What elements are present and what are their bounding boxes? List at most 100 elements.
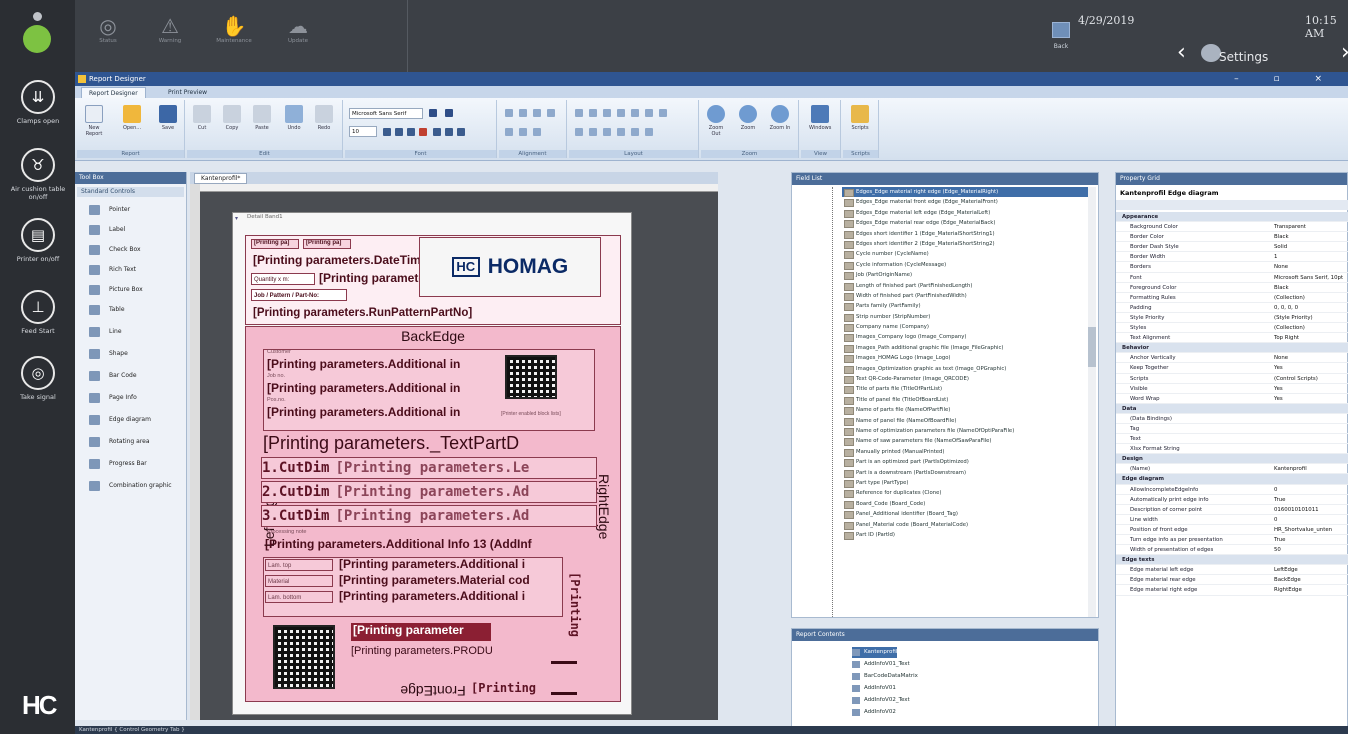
zoom-out-button[interactable]: Zoom Out [705, 105, 727, 137]
property-row[interactable]: AllowIncompleteEdgeInfo 0 [1116, 485, 1348, 495]
text-color-icon[interactable] [445, 109, 453, 117]
field-additional-13[interactable]: [Printing parameters.Additional Info 13 … [265, 537, 599, 553]
tool-progress-bar[interactable]: Progress Bar [89, 456, 185, 472]
property-row[interactable]: Background Color Transparent [1116, 222, 1348, 233]
field-printing-bottom[interactable]: [Printing [471, 681, 549, 697]
italic-icon[interactable] [395, 128, 403, 136]
field-list-item[interactable]: Edges_Edge material rear edge (Edge_Mate… [842, 218, 1092, 229]
field-list-item[interactable]: Name of parts file (NameOfPartFile) [842, 405, 1092, 416]
chevron-right-icon[interactable]: › [1341, 40, 1348, 65]
chevron-left-icon[interactable]: ‹ [1177, 40, 1186, 65]
send-to-back-icon[interactable] [659, 109, 667, 117]
field-printing-1[interactable]: [Printing pa] [251, 239, 299, 249]
field-list-item[interactable]: Reference for duplicates (Clone) [842, 488, 1092, 499]
air-cushion-button[interactable]: ♉ Air cushion table on/off [8, 148, 68, 201]
align-centers-icon[interactable] [533, 109, 541, 117]
report-item-addinfo-2[interactable]: AddInfoV02 [852, 707, 896, 718]
redo-button[interactable]: Redo [313, 105, 335, 131]
tab-report-designer[interactable]: Report Designer [81, 87, 146, 98]
field-list-item[interactable]: Title of panel file (TitleOfBoardList) [842, 395, 1092, 406]
property-category[interactable]: Data [1116, 403, 1348, 414]
property-row[interactable]: Edge material left edge LeftEdge [1116, 565, 1348, 576]
band-collapse-icon[interactable]: ▾ [235, 215, 245, 225]
decrease-spacing-icon[interactable] [617, 128, 625, 136]
make-same-size-icon[interactable] [603, 109, 611, 117]
field-list-item[interactable]: Name of panel file (NameOfBoardFile) [842, 416, 1092, 426]
field-list-item[interactable]: Part ID (PartId) [842, 530, 1092, 541]
make-same-height-icon[interactable] [589, 109, 597, 117]
property-row[interactable]: Tag [1116, 424, 1348, 435]
zoom-in-button[interactable]: Zoom In [769, 105, 791, 131]
cut-dim-row-2[interactable]: 2.CutDim [Printing parameters.Ad [261, 481, 597, 503]
save-button[interactable]: Save [157, 105, 179, 131]
remove-spacing-icon[interactable] [631, 128, 639, 136]
field-list-item[interactable]: Title of parts file (TitleOfPartList) [842, 384, 1092, 395]
field-additional-3[interactable]: [Printing parameters.Additional in [267, 405, 495, 420]
property-row[interactable]: Word Wrap Yes [1116, 394, 1348, 404]
cut-button[interactable]: Cut [191, 105, 213, 131]
align-to-grid-icon[interactable] [505, 109, 513, 117]
open-button[interactable]: Open... [121, 105, 143, 131]
align-middles-icon[interactable] [519, 128, 527, 136]
barcode-matrix-image[interactable] [273, 625, 335, 689]
field-vertical-printing[interactable]: [Printing [564, 572, 582, 660]
field-printing-parameter[interactable]: [Printing parameter [351, 623, 491, 641]
report-item-kantenprofil[interactable]: Kantenprofil [852, 647, 898, 658]
property-row[interactable]: Automatically print edge info True [1116, 495, 1348, 505]
field-list-item[interactable]: Board_Code (Board_Code) [842, 499, 1092, 510]
tool-check-box[interactable]: Check Box [89, 242, 185, 258]
font-name-select[interactable]: Microsoft Sans Serif [349, 108, 423, 119]
tool-table[interactable]: Table [89, 302, 185, 318]
property-row[interactable]: Font Microsoft Sans Serif, 10pt [1116, 273, 1348, 283]
property-row[interactable]: Width of presentation of edges 50 [1116, 545, 1348, 556]
make-same-width-icon[interactable] [575, 109, 583, 117]
field-list-item[interactable]: Cycle number (CycleName) [842, 249, 1092, 260]
printer-button[interactable]: ▤ Printer on/off [8, 218, 68, 263]
field-list-item[interactable]: Images_HOMAG Logo (Image_Logo) [842, 353, 1092, 364]
property-row[interactable]: Description of corner point 0160010101011 [1116, 505, 1348, 515]
tool-page-info[interactable]: Page Info [89, 390, 185, 406]
field-lam-top[interactable]: [Printing parameters.Additional i [339, 557, 559, 573]
property-row[interactable]: Xlsx Format String [1116, 444, 1348, 455]
property-row[interactable]: Anchor Vertically None [1116, 353, 1348, 364]
property-category[interactable]: Design [1116, 454, 1348, 465]
property-row[interactable]: Styles (Collection) [1116, 323, 1348, 334]
strikeout-icon[interactable] [419, 128, 427, 136]
tool-shape[interactable]: Shape [89, 346, 185, 362]
field-run-pattern[interactable]: [Printing parameters.RunPatternPartNo] [253, 307, 553, 323]
window-controls[interactable]: – ▫ × [1234, 72, 1338, 86]
field-list-item[interactable]: Edges short identifier 1 (Edge_MaterialS… [842, 229, 1092, 239]
property-row[interactable]: Visible Yes [1116, 384, 1348, 394]
field-list-item[interactable]: Part type (PartType) [842, 478, 1092, 489]
take-signal-button[interactable]: ◎ Take signal [8, 356, 68, 401]
field-list-item[interactable]: Images_Optimization graphic as text (Ima… [842, 364, 1092, 375]
tool-label[interactable]: Label [89, 222, 185, 238]
tool-picture-box[interactable]: Picture Box [89, 282, 185, 298]
align-right-icon[interactable] [457, 128, 465, 136]
center-vertically-icon[interactable] [589, 128, 597, 136]
field-additional-1[interactable]: [Printing parameters.Additional in [267, 357, 495, 372]
field-product[interactable]: [Printing parameters.PRODU [351, 645, 561, 661]
field-list-item[interactable]: Strip number (StripNumber) [842, 312, 1092, 323]
field-list-item[interactable]: Panel_Additional identifier (Board_Tag) [842, 509, 1092, 520]
property-row[interactable]: Scripts (Control Scripts) [1116, 374, 1348, 384]
field-list-item[interactable]: Manually printed (ManualPrinted) [842, 447, 1092, 458]
property-row[interactable]: Edge material rear edge BackEdge [1116, 575, 1348, 586]
property-row[interactable]: Border Width 1 [1116, 252, 1348, 263]
field-datetime[interactable]: [Printing parameters.DateTim [253, 253, 423, 269]
field-list-item[interactable]: Part is an optimized part (PartIsOptimiz… [842, 457, 1092, 468]
report-item-barcode-matrix[interactable]: BarCodeDataMatrix [852, 671, 918, 682]
undo-button[interactable]: Undo [283, 105, 305, 131]
property-row[interactable]: Edge material right edge RightEdge [1116, 585, 1348, 596]
field-lam-bottom[interactable]: [Printing parameters.Additional i [339, 589, 559, 605]
property-row[interactable]: Position of front edge HR_Shortvalue_unte… [1116, 525, 1348, 535]
maintenance-button[interactable]: ✋ Maintenance [209, 14, 259, 45]
tool-rich-text[interactable]: Rich Text [89, 262, 185, 278]
foreground-color-icon[interactable] [429, 109, 437, 117]
status-button[interactable]: ◎ Status [83, 14, 133, 45]
align-tops-icon[interactable] [505, 128, 513, 136]
property-row[interactable]: Padding 0, 0, 0, 0 [1116, 303, 1348, 313]
field-list-item[interactable]: Cycle information (CycleMessage) [842, 260, 1092, 271]
field-list-item[interactable]: Images_Path additional graphic file (Ima… [842, 343, 1092, 354]
tool-pointer[interactable]: Pointer [89, 202, 185, 218]
